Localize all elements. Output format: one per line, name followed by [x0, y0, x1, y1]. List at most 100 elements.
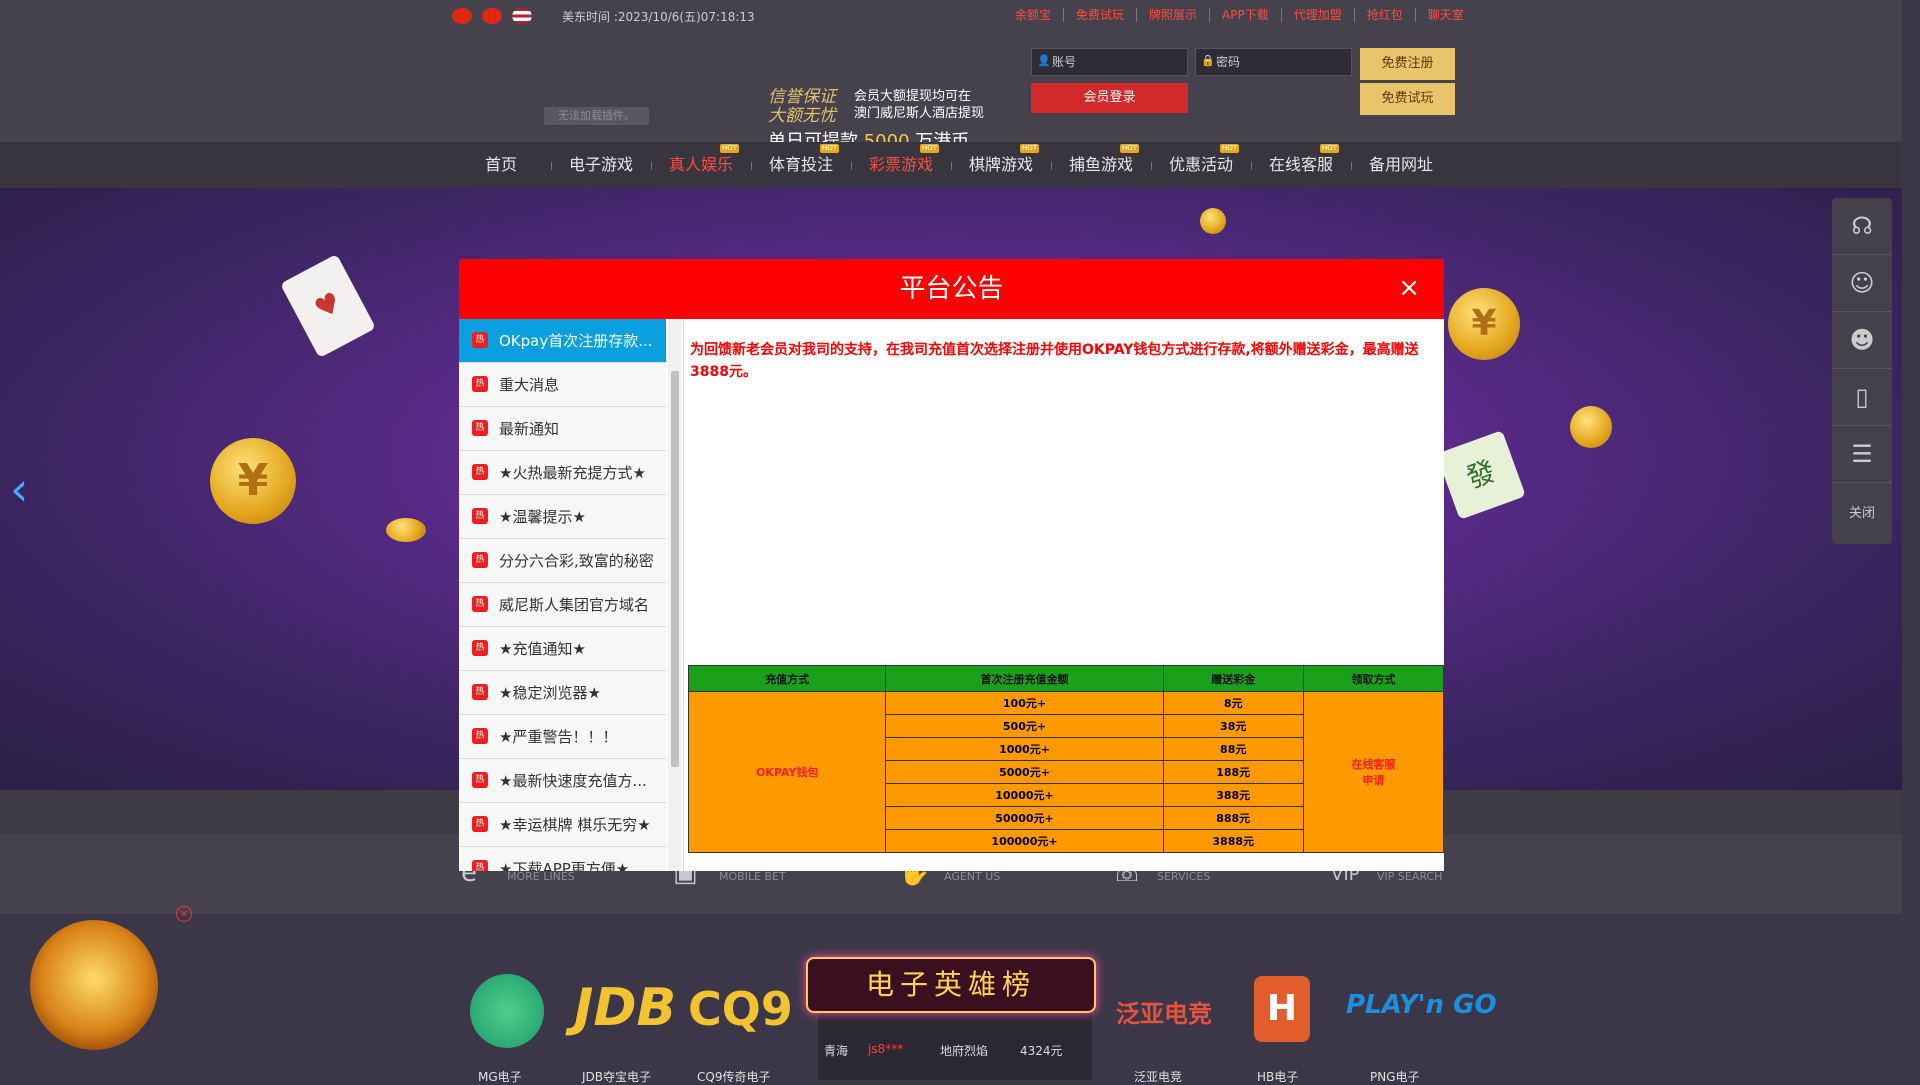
game-label-cq9[interactable]: CQ9传奇电子 [697, 1068, 770, 1085]
nav-lottery[interactable]: 彩票游戏 HOT [851, 142, 951, 188]
password-input[interactable]: 🔒 密码 [1195, 48, 1352, 76]
game-label-mg[interactable]: MG电子 [478, 1068, 522, 1085]
game-label-png[interactable]: PNG电子 [1370, 1068, 1420, 1085]
amount-cell: 1000元+ [885, 737, 1164, 761]
top-link-chatroom[interactable]: 聊天室 [1414, 8, 1476, 22]
jdb-logo[interactable]: JDB [574, 978, 676, 1038]
nav-home[interactable]: 首页 [451, 142, 551, 188]
hot-icon: 热 [472, 376, 488, 392]
nav-chess[interactable]: 棋牌游戏 HOT [951, 142, 1051, 188]
header: 无法加载插件。 信誉保证大额无忧 会员大额提现均可在澳门威尼斯人酒店提现 单日可… [0, 32, 1902, 154]
mobile-icon[interactable]: ▯ [1832, 369, 1892, 426]
announcement-item[interactable]: 热 ★火热最新充提方式★ [459, 451, 666, 495]
register-button[interactable]: 免费注册 [1360, 48, 1455, 80]
user-icon: 👤 [1037, 54, 1051, 67]
announcement-item[interactable]: 热最新通知 [459, 407, 666, 451]
qq-alt-icon[interactable]: ☻ [1832, 312, 1892, 369]
link-agent-us[interactable]: ✋ AGENT US [898, 858, 1000, 888]
link-services[interactable]: ☏ SERVICES [1111, 858, 1210, 888]
promo-text: 会员大额提现均可在 澳门威尼斯人酒店提现 [854, 89, 985, 121]
nav-support[interactable]: 在线客服 HOT [1251, 142, 1351, 188]
table-header: 首次注册充值金额 [885, 665, 1164, 692]
amount-cell: 10000元+ [885, 783, 1164, 807]
hongkong-flag-icon[interactable] [482, 8, 502, 24]
mg-logo[interactable] [470, 974, 544, 1048]
mascot-close-icon[interactable]: × [176, 906, 192, 922]
nav-backup-url[interactable]: 备用网址 [1351, 142, 1451, 188]
announcement-item[interactable]: 热 ★最新快速度充值方... [459, 759, 666, 803]
hot-icon: 热 [472, 860, 488, 871]
us-flag-icon[interactable] [512, 8, 532, 24]
amount-cell: 500元+ [885, 714, 1164, 738]
account-input[interactable]: 👤 账号 [1031, 48, 1188, 76]
announcement-item[interactable]: 热重大消息 [459, 363, 666, 407]
hot-badge: HOT [819, 144, 839, 153]
top-link-redpacket[interactable]: 抢红包 [1353, 8, 1415, 22]
customer-service-icon[interactable]: ☊ [1832, 198, 1892, 255]
table-row: OKPAY钱包 100元+ 8元 在线客服 申请 [687, 691, 1445, 853]
hot-badge: HOT [1219, 144, 1239, 153]
coin-image [386, 518, 426, 542]
modal-close-icon[interactable]: × [1398, 273, 1420, 303]
mahjong-tile-image: 發 [1436, 430, 1526, 520]
game-label-hb[interactable]: HB电子 [1257, 1068, 1298, 1085]
top-bar: 美东时间 :2023/10/6(五)07:18:13 余额宝 免费试玩 牌照展示… [0, 0, 1902, 32]
announcement-item[interactable]: 热 ★稳定浏览器★ [459, 671, 666, 715]
announcement-item[interactable]: 热威尼斯人集团官方域名 [459, 583, 666, 627]
bonus-cell: 188元 [1162, 760, 1304, 784]
amount-cell: 100000元+ [885, 829, 1164, 853]
scrollbar-thumb[interactable] [671, 371, 679, 767]
list-scrollbar[interactable] [668, 319, 682, 871]
login-button[interactable]: 会员登录 [1031, 83, 1188, 113]
plugin-placeholder: 无法加载插件。 [544, 107, 649, 125]
top-link-agent[interactable]: 代理加盟 [1280, 8, 1354, 22]
hot-icon: 热 [472, 772, 488, 788]
top-link-yuebao[interactable]: 余额宝 [1003, 8, 1063, 22]
link-more-lines[interactable]: e MORE LINES [461, 858, 575, 888]
hot-badge: HOT [919, 144, 939, 153]
claim-cell[interactable]: 在线客服 申请 [1302, 691, 1445, 853]
nav-promotions[interactable]: 优惠活动 HOT [1151, 142, 1251, 188]
top-link-free-trial[interactable]: 免费试玩 [1063, 8, 1136, 22]
hot-icon: 热 [472, 640, 488, 656]
china-flag-icon[interactable] [452, 8, 472, 24]
cq9-logo[interactable]: CQ9 [688, 982, 793, 1036]
top-link-app[interactable]: APP下载 [1209, 8, 1281, 22]
lock-icon: 🔒 [1201, 54, 1215, 67]
nav-fishing[interactable]: 捕鱼游戏 HOT [1051, 142, 1151, 188]
document-icon[interactable]: ☰ [1832, 426, 1892, 483]
eastern-time: 美东时间 :2023/10/6(五)07:18:13 [562, 10, 755, 24]
hot-icon: 热 [472, 684, 488, 700]
method-cell: OKPAY钱包 [687, 691, 887, 853]
link-vip-search[interactable]: VIP VIP SEARCH [1331, 864, 1442, 885]
nav-sports[interactable]: 体育投注 HOT [751, 142, 851, 188]
game-label-avia[interactable]: 泛亚电竞 [1134, 1068, 1182, 1085]
announcement-item[interactable]: 热 ★下载APP更方便★ [459, 847, 666, 871]
nav-live-casino[interactable]: 真人娱乐 HOT [651, 142, 751, 188]
bonus-cell: 3888元 [1162, 829, 1304, 853]
hb-logo[interactable]: H [1254, 976, 1310, 1042]
coin-image: ¥ [210, 438, 296, 524]
announcement-item[interactable]: 热 ★温馨提示★ [459, 495, 666, 539]
banner-prev-arrow-icon[interactable]: ‹ [10, 464, 40, 514]
announcement-item[interactable]: 热 ★幸运棋牌 棋乐无穷★ [459, 803, 666, 847]
mascot-god-of-wealth-image[interactable] [30, 920, 158, 1050]
free-trial-button[interactable]: 免费试玩 [1360, 83, 1455, 115]
game-label-jdb[interactable]: JDB夺宝电子 [582, 1068, 651, 1085]
sidebar-close-button[interactable]: 关闭 [1832, 483, 1892, 540]
hot-badge: HOT [1319, 144, 1339, 153]
hero-ranking-list: 青海 js8*** 地府烈焰 4324元 [818, 1010, 1092, 1080]
qq-icon[interactable]: ☺ [1832, 255, 1892, 312]
announcement-item[interactable]: 热 OKpay首次注册存款... [459, 319, 666, 363]
hot-icon: 热 [472, 332, 488, 348]
top-link-license[interactable]: 牌照展示 [1136, 8, 1209, 22]
announcement-item[interactable]: 热 ★严重警告！！！ [459, 715, 666, 759]
nav-slots[interactable]: 电子游戏 [551, 142, 651, 188]
playngo-logo[interactable]: PLAY'n GO [1346, 990, 1497, 1020]
modal-header: 平台公告 × [459, 259, 1444, 319]
link-mobile-bet[interactable]: ▣ MOBILE BET [673, 858, 786, 888]
announcement-item[interactable]: 热 ★充值通知★ [459, 627, 666, 671]
avia-gaming-logo[interactable]: 泛亚电竞 [1116, 994, 1212, 1029]
bonus-cell: 8元 [1162, 691, 1304, 715]
announcement-item[interactable]: 热分分六合彩,致富的秘密 [459, 539, 666, 583]
